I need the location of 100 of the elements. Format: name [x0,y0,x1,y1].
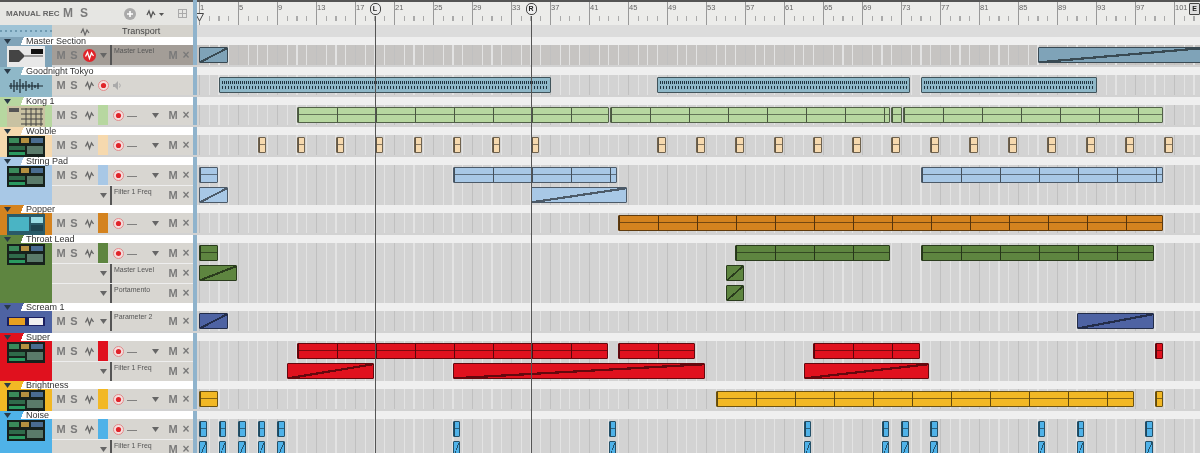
automation-clip[interactable] [1144,441,1153,453]
mute-button[interactable]: M [55,216,67,230]
automation-clip[interactable] [725,265,744,281]
automation-icon[interactable] [146,8,166,19]
automation-clip[interactable] [530,187,627,203]
note-clip[interactable] [257,137,267,153]
note-clip[interactable] [277,421,285,437]
mute-button[interactable]: M [62,7,74,20]
remove-lane-button[interactable]: × [180,189,192,202]
note-clip[interactable] [901,421,909,437]
lane-mute-button[interactable]: M [167,246,179,260]
lane-mute-button[interactable]: M [167,314,179,328]
note-clip[interactable] [618,343,696,359]
expand-triangle-icon[interactable] [4,128,11,134]
solo-button[interactable]: S [68,314,80,328]
note-clip[interactable] [452,421,461,437]
device-icon[interactable] [7,46,45,67]
remove-lane-button[interactable]: × [180,287,192,300]
mute-button[interactable]: M [55,108,67,122]
caret-icon[interactable] [152,112,159,118]
solo-button[interactable]: S [68,138,80,152]
note-clip[interactable] [891,137,900,153]
automation-clip[interactable] [803,441,812,453]
caret-icon[interactable] [100,369,107,374]
lane-mute-button[interactable]: M [167,189,179,202]
note-clip[interactable] [1144,421,1153,437]
automation-icon[interactable] [83,216,96,230]
automation-clip[interactable] [286,363,374,379]
note-clip[interactable] [1076,421,1085,437]
audio-clip[interactable] [218,77,551,93]
remove-lane-button[interactable]: × [180,168,192,182]
audio-clip[interactable] [920,77,1097,93]
automation-clip[interactable] [1037,47,1200,63]
lane-mute-button[interactable]: M [167,216,179,230]
caret-icon[interactable] [152,142,159,148]
automation-clip[interactable] [199,47,229,63]
track-name-bar[interactable]: Noise [0,411,193,419]
record-button-icon[interactable] [113,109,124,121]
note-clip[interactable] [902,107,1164,123]
mute-button[interactable]: M [55,344,67,358]
note-clip[interactable] [803,421,812,437]
caret-icon[interactable] [100,291,107,296]
automation-clip[interactable] [452,363,705,379]
remove-lane-button[interactable]: × [180,246,192,260]
lane-mute-button[interactable]: M [167,392,179,406]
automation-clip[interactable] [452,441,461,453]
automation-clip[interactable] [803,363,930,379]
solo-button[interactable]: S [68,216,80,230]
automation-clip[interactable] [901,441,909,453]
lane-mute-button[interactable]: M [167,365,179,378]
note-clip[interactable] [920,167,1164,183]
caret-icon[interactable] [100,271,107,276]
expand-triangle-icon[interactable] [4,98,11,104]
automation-clip[interactable] [218,441,227,453]
track-name-bar[interactable]: Popper [0,205,193,213]
remove-lane-button[interactable]: × [180,422,192,436]
mute-button[interactable]: M [55,314,67,328]
note-clip[interactable] [969,137,978,153]
track-name-bar[interactable]: Goodnight Tokyo [0,67,193,75]
note-clip[interactable] [257,421,266,437]
note-clip[interactable] [238,421,246,437]
remove-lane-button[interactable]: × [180,344,192,358]
note-clip[interactable] [891,107,902,123]
solo-button[interactable]: S [68,344,80,358]
remove-lane-button[interactable]: × [180,48,192,62]
remove-lane-button[interactable]: × [180,108,192,122]
note-clip[interactable] [881,421,890,437]
solo-button[interactable]: S [68,168,80,182]
expand-triangle-icon[interactable] [4,412,11,418]
note-clip[interactable] [296,343,608,359]
track-name-bar[interactable]: Throat Lead [0,235,193,243]
automation-icon[interactable] [83,78,96,92]
record-button-icon[interactable] [113,423,124,435]
track-name-bar[interactable]: Wobble [0,127,193,135]
mute-button[interactable]: M [55,168,67,182]
caret-icon[interactable] [100,318,107,324]
mute-button[interactable]: M [55,246,67,260]
device-icon[interactable] [7,214,45,235]
solo-button[interactable]: S [68,108,80,122]
automation-clip[interactable] [930,441,938,453]
audio-clip[interactable] [657,77,910,93]
note-clip[interactable] [657,137,666,153]
automation-icon[interactable] [83,138,96,152]
lane-mute-button[interactable]: M [167,344,179,358]
track-name-bar[interactable]: Super [0,333,193,341]
record-button-icon[interactable] [113,247,124,259]
expand-triangle-icon[interactable] [4,382,11,388]
solo-button[interactable]: S [68,246,80,260]
automation-icon[interactable] [83,392,96,406]
remove-lane-button[interactable]: × [180,443,192,453]
note-clip[interactable] [813,343,920,359]
note-clip[interactable] [930,137,939,153]
note-clip[interactable] [920,245,1154,261]
note-clip[interactable] [199,421,207,437]
expand-triangle-icon[interactable] [4,158,11,164]
record-button-icon[interactable] [113,393,124,405]
expand-triangle-icon[interactable] [4,68,11,74]
caret-icon[interactable] [152,220,159,226]
automation-icon[interactable] [83,168,96,182]
automation-clip[interactable] [1076,313,1154,329]
